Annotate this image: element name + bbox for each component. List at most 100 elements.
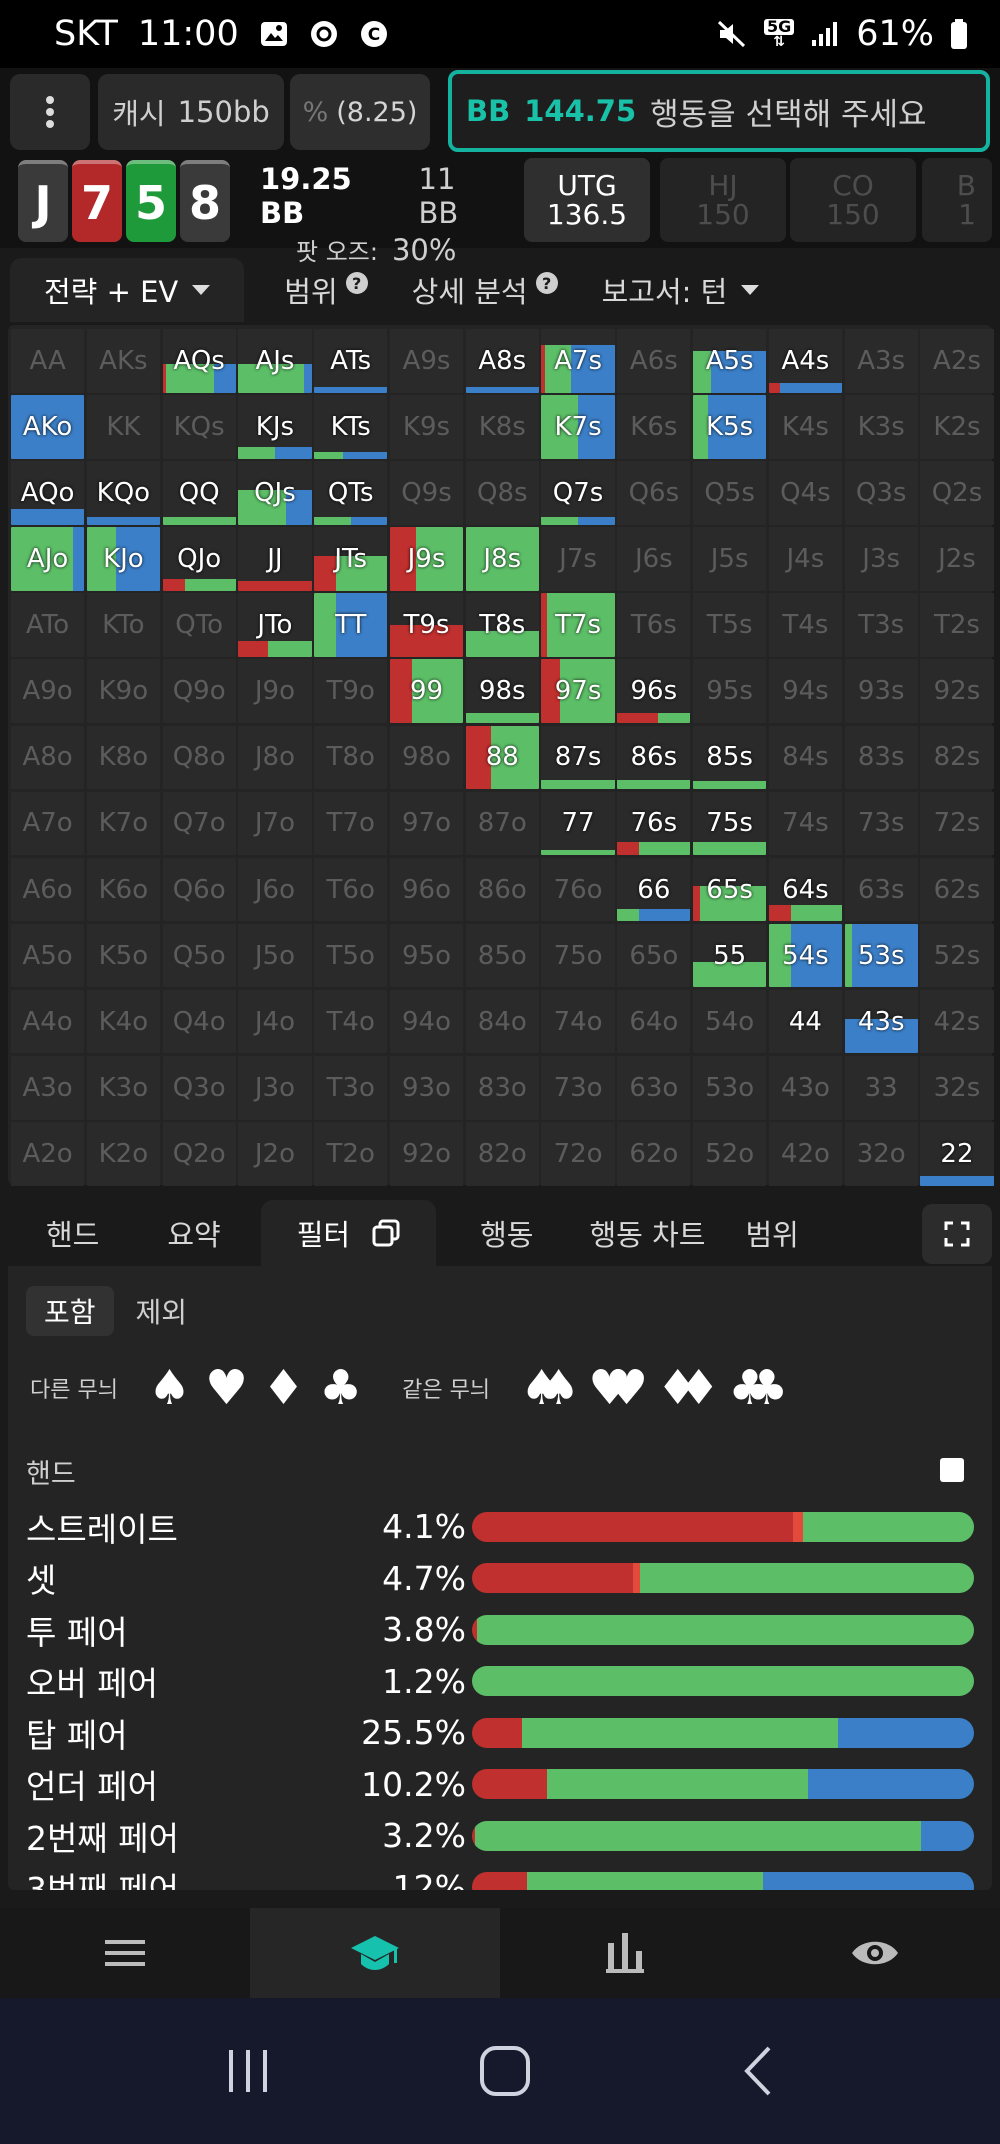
hand-cell[interactable]: K9s xyxy=(389,395,464,459)
hand-cell[interactable]: 94s xyxy=(768,659,842,723)
hand-cell[interactable]: J5o xyxy=(238,923,312,988)
hand-category-row[interactable]: 오버 페어 1.2% xyxy=(26,1656,986,1708)
hand-cell[interactable]: J7o xyxy=(238,791,312,856)
hand-cell[interactable]: K9o xyxy=(86,659,160,723)
hand-cell[interactable]: A3o xyxy=(11,1056,85,1120)
hand-cell[interactable]: 32o xyxy=(844,1122,918,1186)
hand-cell[interactable]: AJo xyxy=(11,527,85,591)
hand-cell[interactable]: 74s xyxy=(768,791,842,856)
hand-cell[interactable]: J9o xyxy=(238,659,312,723)
hand-cell[interactable]: J4o xyxy=(238,989,312,1054)
hand-cell[interactable]: JTo xyxy=(238,593,312,657)
action-prompt[interactable]: BB 144.75 행동을 선택해 주세요 xyxy=(448,70,990,152)
hand-cell[interactable]: 62o xyxy=(617,1122,691,1186)
hand-cell[interactable]: 64s xyxy=(768,857,842,922)
hand-cell[interactable]: 97o xyxy=(389,791,464,856)
hand-cell[interactable]: K6s xyxy=(617,395,691,459)
hand-cell[interactable]: 22 xyxy=(920,1122,994,1186)
hand-cell[interactable]: QJo xyxy=(162,527,236,591)
hand-cell[interactable]: T3o xyxy=(314,1056,388,1120)
hand-cell[interactable]: 97s xyxy=(541,659,615,723)
nav-stats[interactable] xyxy=(500,1908,750,1998)
board-card[interactable]: 7 xyxy=(72,160,122,242)
hand-cell[interactable]: 53s xyxy=(844,923,918,988)
hand-cell[interactable]: K5o xyxy=(86,923,160,988)
pct-button[interactable]: % (8.25) xyxy=(290,74,430,150)
hand-cell[interactable]: A9o xyxy=(11,659,85,723)
hand-cell[interactable]: 85o xyxy=(465,923,539,988)
hand-cell[interactable]: T5o xyxy=(314,923,388,988)
hand-cell[interactable]: TT xyxy=(314,593,388,657)
tab-range[interactable]: 범위? xyxy=(244,258,389,322)
hand-cell[interactable]: A9s xyxy=(389,329,464,393)
hand-cell[interactable]: J8o xyxy=(238,725,312,790)
hand-cell[interactable]: 33 xyxy=(844,1056,918,1120)
recents-icon[interactable] xyxy=(223,2046,273,2096)
hand-cell[interactable]: T9o xyxy=(314,659,388,723)
hand-cell[interactable]: J5s xyxy=(693,527,767,591)
hand-cell[interactable]: 76o xyxy=(541,857,615,922)
hand-cell[interactable]: 95s xyxy=(693,659,767,723)
hand-cell[interactable]: ATo xyxy=(11,593,85,657)
hand-cell[interactable]: AQs xyxy=(162,329,236,393)
exclude-button[interactable]: 제외 xyxy=(118,1286,206,1336)
hand-cell[interactable]: A2s xyxy=(920,329,994,393)
hand-cell[interactable]: JTs xyxy=(314,527,388,591)
hand-category-row[interactable]: 셋 4.7% xyxy=(26,1553,986,1605)
tab-strategy-ev[interactable]: 전략 + EV xyxy=(10,258,245,322)
hand-cell[interactable]: T8o xyxy=(314,725,388,790)
hand-cell[interactable]: T5s xyxy=(693,593,767,657)
hand-cell[interactable]: 77 xyxy=(541,791,615,856)
hand-cell[interactable]: AA xyxy=(11,329,85,393)
hand-cell[interactable]: Q7o xyxy=(162,791,236,856)
hand-cell[interactable]: 54s xyxy=(768,923,842,988)
nav-menu[interactable] xyxy=(0,1908,250,1998)
hand-cell[interactable]: A8o xyxy=(11,725,85,790)
hand-cell[interactable]: 55 xyxy=(693,923,767,988)
nav-study[interactable] xyxy=(250,1908,500,1998)
hand-cell[interactable]: 75o xyxy=(541,923,615,988)
hand-cell[interactable]: T2o xyxy=(314,1122,388,1186)
hand-cell[interactable]: 42o xyxy=(768,1122,842,1186)
hand-cell[interactable]: KQs xyxy=(162,395,236,459)
hand-cell[interactable]: ATs xyxy=(314,329,388,393)
hand-cell[interactable]: Q9s xyxy=(389,461,464,525)
tab-filter[interactable]: 필터 xyxy=(260,1200,437,1266)
board-cards[interactable]: J758 xyxy=(18,160,230,242)
hand-cell[interactable]: T6o xyxy=(314,857,388,922)
hand-cell[interactable]: J6s xyxy=(617,527,691,591)
hand-cell[interactable]: T9s xyxy=(389,593,464,657)
hand-cell[interactable]: T4o xyxy=(314,989,388,1054)
hand-cell[interactable]: Q5s xyxy=(693,461,767,525)
diamond-icon[interactable]: ♦ xyxy=(262,1364,305,1412)
hand-cell[interactable]: 42s xyxy=(920,989,994,1054)
position-hj[interactable]: HJ 150 xyxy=(660,158,786,242)
hand-cell[interactable]: 83o xyxy=(465,1056,539,1120)
hand-cell[interactable]: 43o xyxy=(768,1056,842,1120)
hand-cell[interactable]: T6s xyxy=(617,593,691,657)
hand-cell[interactable]: 65s xyxy=(693,857,767,922)
hand-cell[interactable]: Q2o xyxy=(162,1122,236,1186)
hand-cell[interactable]: K8o xyxy=(86,725,160,790)
hand-cell[interactable]: Q2s xyxy=(920,461,994,525)
tab-range2[interactable]: 범위 xyxy=(733,1200,826,1266)
select-all-checkbox[interactable] xyxy=(940,1458,964,1482)
hand-cell[interactable]: 52s xyxy=(920,923,994,988)
hand-cell[interactable]: 84s xyxy=(768,725,842,790)
hand-cell[interactable]: Q9o xyxy=(162,659,236,723)
hand-cell[interactable]: 86s xyxy=(617,725,691,790)
hand-cell[interactable]: 83s xyxy=(844,725,918,790)
tab-action-chart[interactable]: 행동 차트 xyxy=(562,1200,734,1266)
hand-cell[interactable]: K4o xyxy=(86,989,160,1054)
hand-cell[interactable]: AQo xyxy=(11,461,85,525)
hand-cell[interactable]: 93o xyxy=(389,1056,464,1120)
hand-cell[interactable]: 86o xyxy=(465,857,539,922)
hand-cell[interactable]: T4s xyxy=(768,593,842,657)
hand-cell[interactable]: T3s xyxy=(844,593,918,657)
hand-cell[interactable]: 72s xyxy=(920,791,994,856)
hand-cell[interactable]: Q7s xyxy=(541,461,615,525)
hand-cell[interactable]: J8s xyxy=(465,527,539,591)
hand-cell[interactable]: 94o xyxy=(389,989,464,1054)
hand-cell[interactable]: 95o xyxy=(389,923,464,988)
hand-cell[interactable]: T2s xyxy=(920,593,994,657)
